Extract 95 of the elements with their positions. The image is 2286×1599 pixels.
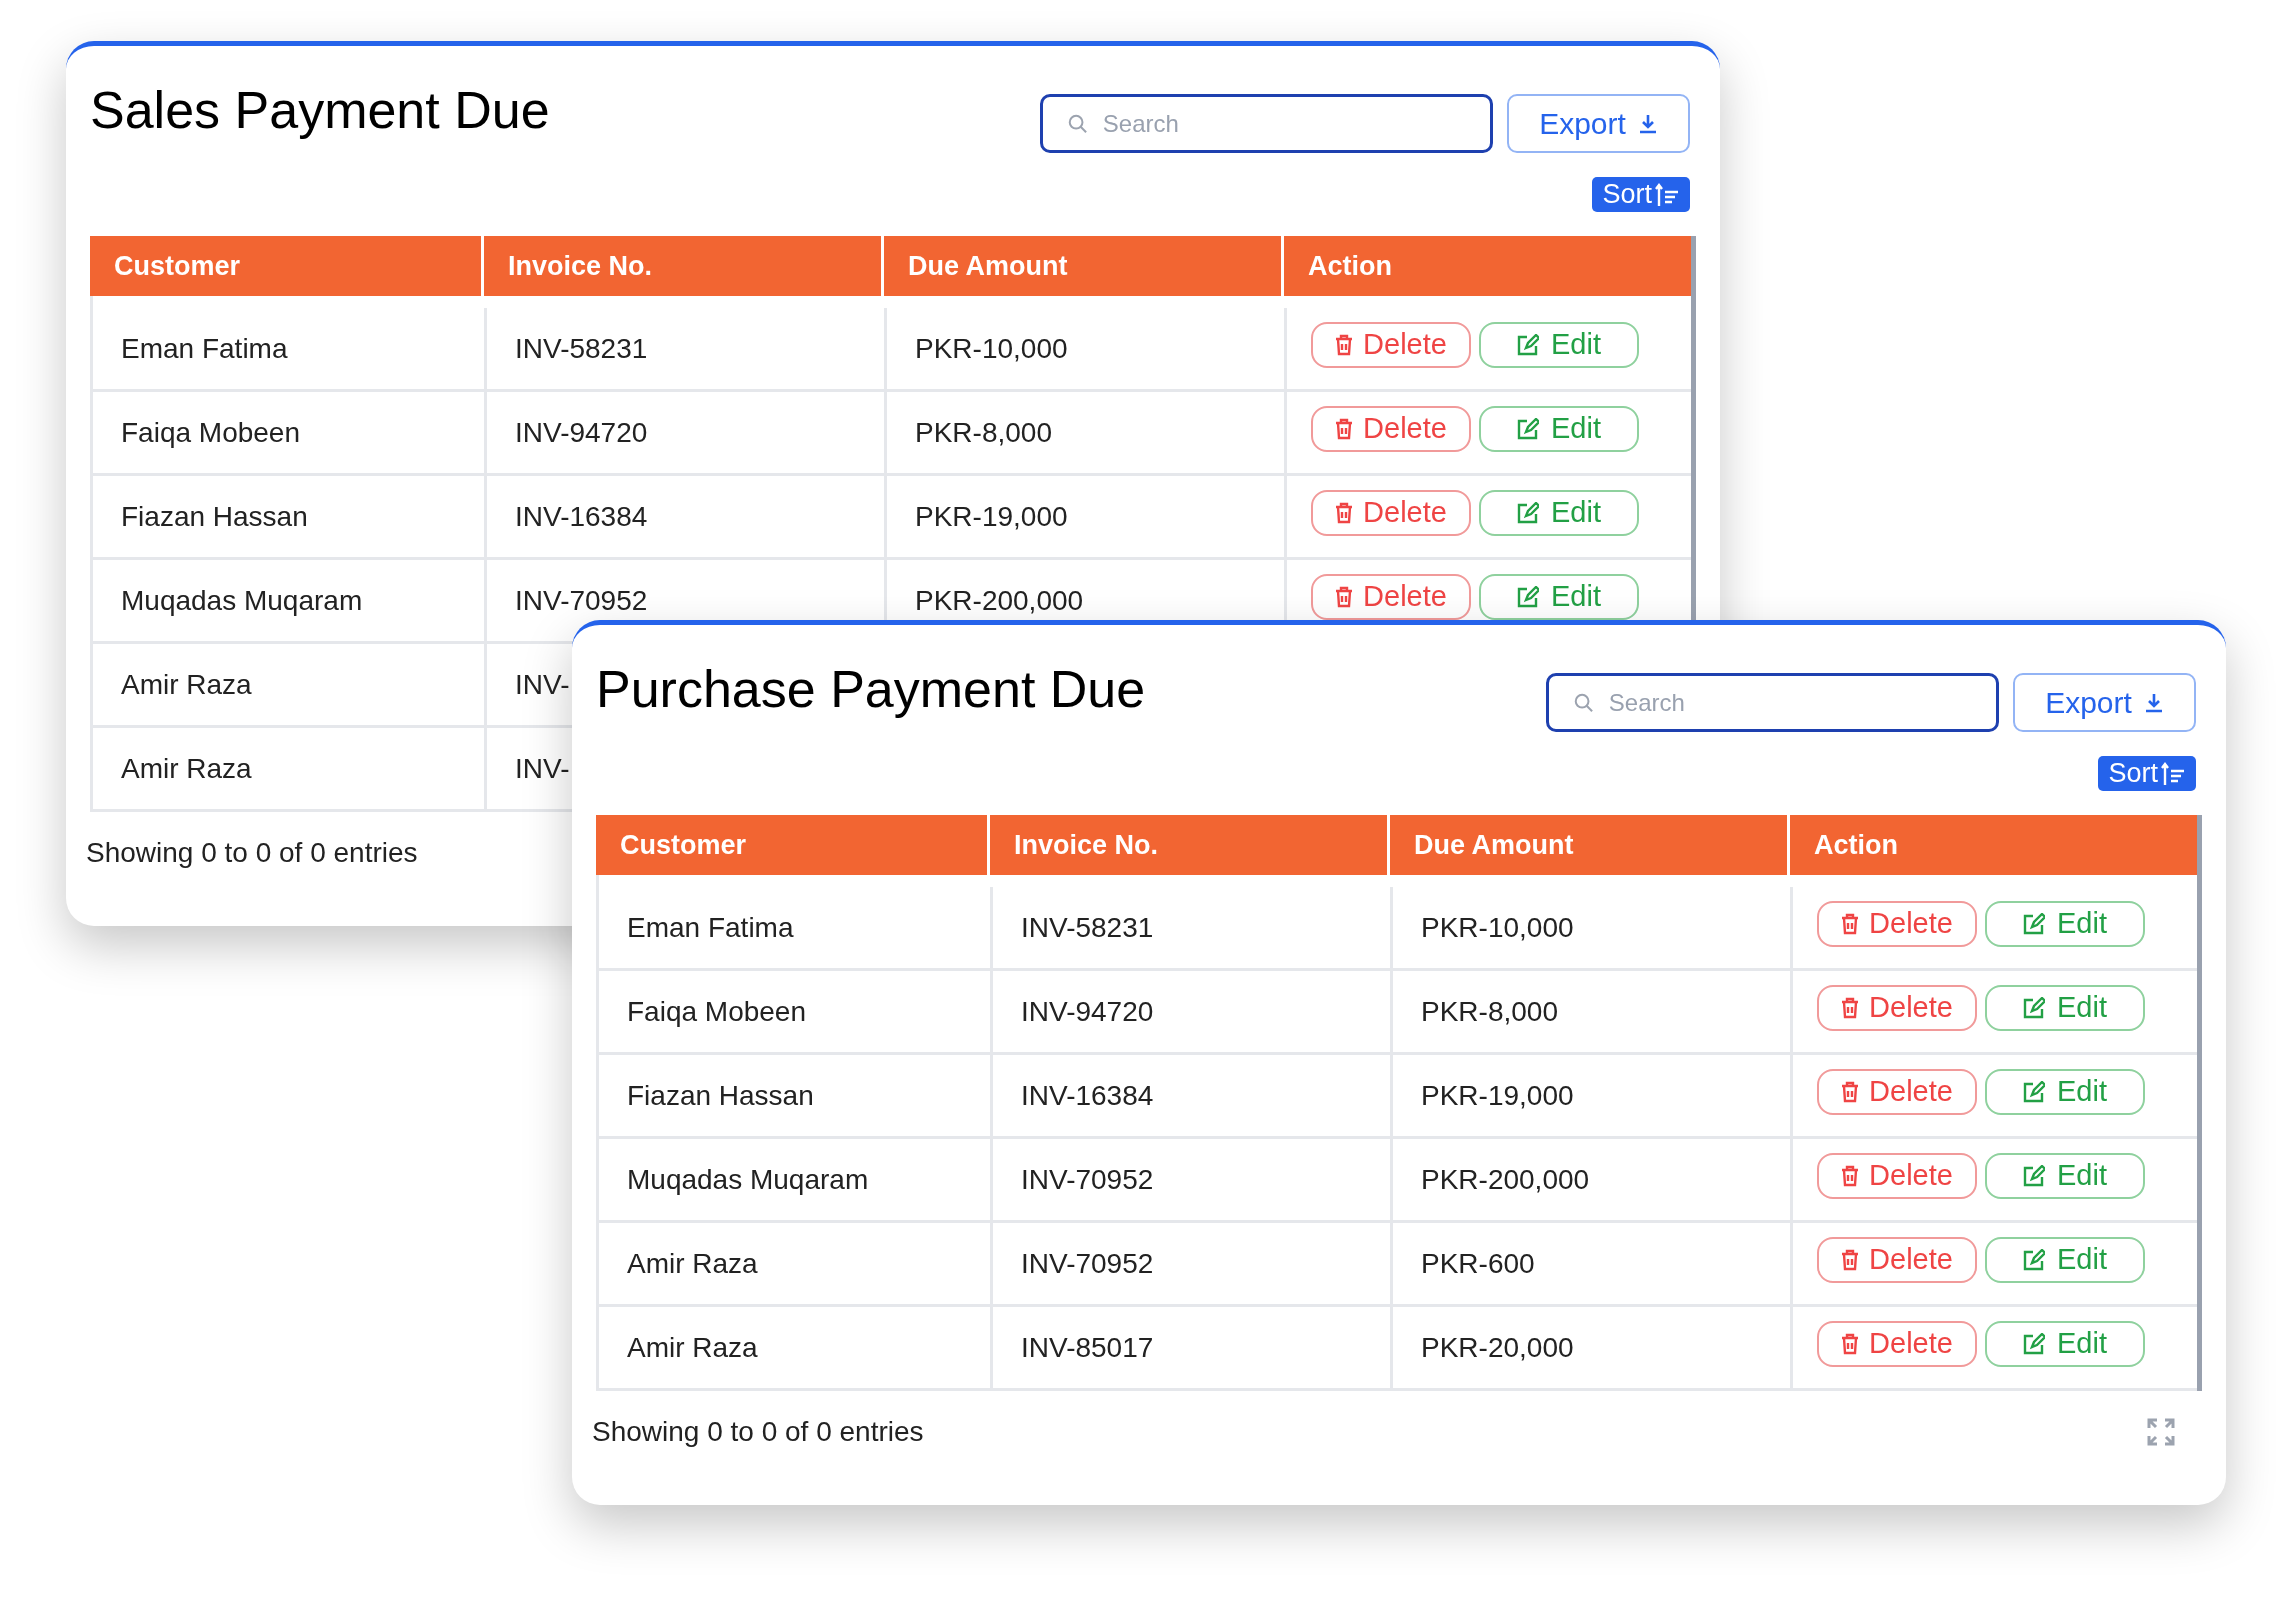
table-cell-text: PKR-200,000	[915, 583, 1084, 618]
table-cell-text: INV-	[515, 667, 570, 702]
table-cell-text: Eman Fatima	[627, 910, 794, 945]
delete-button[interactable]: Delete	[1817, 1321, 1977, 1367]
edit-button[interactable]: Edit	[1479, 322, 1639, 368]
edit-icon	[2023, 1081, 2045, 1103]
search-field[interactable]: Search	[1546, 673, 1999, 732]
delete-button[interactable]: Delete	[1817, 1237, 1977, 1283]
sort-icon	[1654, 181, 1680, 208]
column-header: Due Amount	[1390, 815, 1790, 875]
edit-button[interactable]: Edit	[1985, 1069, 2145, 1115]
table-cell-text: Fiazan Hassan	[627, 1078, 814, 1113]
table-cell-text: PKR-10,000	[1421, 910, 1574, 945]
trash-icon	[1841, 997, 1860, 1019]
column-header: Customer	[596, 815, 990, 875]
table-cell-text: PKR-19,000	[1421, 1078, 1574, 1113]
table-cell-text: Amir Raza	[627, 1330, 758, 1365]
column-header: Customer	[90, 236, 484, 296]
table-cell-text: PKR-20,000	[1421, 1330, 1574, 1365]
edit-icon	[2023, 997, 2045, 1019]
trash-icon	[1335, 334, 1354, 356]
edit-icon	[2023, 913, 2045, 935]
trash-icon	[1335, 586, 1354, 608]
download-icon	[2143, 691, 2164, 714]
edit-icon	[1517, 334, 1539, 356]
table-cell-text: INV-	[515, 751, 570, 786]
entries-summary: Showing 0 to 0 of 0 entries	[592, 1415, 924, 1449]
table-cell-text: PKR-10,000	[915, 331, 1068, 366]
table-cell-text: Faiqa Mobeen	[121, 415, 300, 450]
export-button[interactable]: Export	[1507, 94, 1690, 153]
table-cell-text: Muqadas Muqaram	[627, 1162, 869, 1197]
column-header: Due Amount	[884, 236, 1284, 296]
sort-icon	[2160, 760, 2186, 787]
edit-icon	[1517, 418, 1539, 440]
delete-button[interactable]: Delete	[1311, 490, 1471, 536]
table-cell-text: PKR-19,000	[915, 499, 1068, 534]
search-field[interactable]: Search	[1040, 94, 1493, 153]
table-cell-text: INV-16384	[515, 499, 648, 534]
edit-button[interactable]: Edit	[1985, 1153, 2145, 1199]
trash-icon	[1335, 418, 1354, 440]
trash-icon	[1841, 1333, 1860, 1355]
table-cell-text: INV-70952	[1021, 1162, 1154, 1197]
delete-button[interactable]: Delete	[1817, 1153, 1977, 1199]
search-input[interactable]: Search	[1608, 684, 1972, 721]
sort-button[interactable]: Sort	[1592, 177, 1690, 212]
table-cell-text: Muqadas Muqaram	[121, 583, 363, 618]
table-cell-text: INV-58231	[515, 331, 648, 366]
table-cell-text: PKR-600	[1421, 1246, 1535, 1281]
column-header: Action	[1813, 828, 1899, 862]
sort-button[interactable]: Sort	[2098, 756, 2196, 791]
edit-button[interactable]: Edit	[1985, 1321, 2145, 1367]
edit-icon	[2023, 1249, 2045, 1271]
edit-icon	[2023, 1165, 2045, 1187]
edit-button[interactable]: Edit	[1985, 1237, 2145, 1283]
table-cell-text: Faiqa Mobeen	[627, 994, 806, 1029]
table-cell-text: INV-85017	[1021, 1330, 1154, 1365]
table-cell-text: Eman Fatima	[121, 331, 288, 366]
table-cell-text: INV-58231	[1021, 910, 1154, 945]
download-icon	[1637, 112, 1658, 135]
table-cell-text: Fiazan Hassan	[121, 499, 308, 534]
edit-button[interactable]: Edit	[1985, 985, 2145, 1031]
trash-icon	[1841, 913, 1860, 935]
edit-icon	[2023, 1333, 2045, 1355]
delete-button[interactable]: Delete	[1311, 406, 1471, 452]
table-cell-text: INV-94720	[515, 415, 648, 450]
edit-button[interactable]: Edit	[1479, 490, 1639, 536]
delete-button[interactable]: Delete	[1817, 985, 1977, 1031]
trash-icon	[1841, 1249, 1860, 1271]
table-cell-text: INV-70952	[515, 583, 648, 618]
edit-button[interactable]: Edit	[1985, 901, 2145, 947]
edit-button[interactable]: Edit	[1479, 406, 1639, 452]
trash-icon	[1841, 1165, 1860, 1187]
trash-icon	[1335, 502, 1354, 524]
delete-button[interactable]: Delete	[1311, 322, 1471, 368]
trash-icon	[1841, 1081, 1860, 1103]
column-header: Invoice No.	[484, 236, 884, 296]
table-cell-text: INV-94720	[1021, 994, 1154, 1029]
delete-button[interactable]: Delete	[1817, 901, 1977, 947]
export-button[interactable]: Export	[2013, 673, 2196, 732]
table-cell-text: PKR-8,000	[1421, 994, 1558, 1029]
table-cell-text: INV-70952	[1021, 1246, 1154, 1281]
table-cell-text: Amir Raza	[121, 751, 252, 786]
table-cell-text: INV-16384	[1021, 1078, 1154, 1113]
table-cell-text: PKR-200,000	[1421, 1162, 1590, 1197]
table-cell-text: Amir Raza	[627, 1246, 758, 1281]
edit-icon	[1517, 502, 1539, 524]
table-cell-text: Amir Raza	[121, 667, 252, 702]
entries-summary: Showing 0 to 0 of 0 entries	[86, 836, 418, 870]
column-header: Action	[1307, 249, 1393, 283]
column-header: Invoice No.	[990, 815, 1390, 875]
delete-button[interactable]: Delete	[1817, 1069, 1977, 1115]
edit-icon	[1517, 586, 1539, 608]
search-input[interactable]: Search	[1102, 105, 1466, 142]
table-cell-text: PKR-8,000	[915, 415, 1052, 450]
fullscreen-icon[interactable]	[2146, 1417, 2176, 1447]
